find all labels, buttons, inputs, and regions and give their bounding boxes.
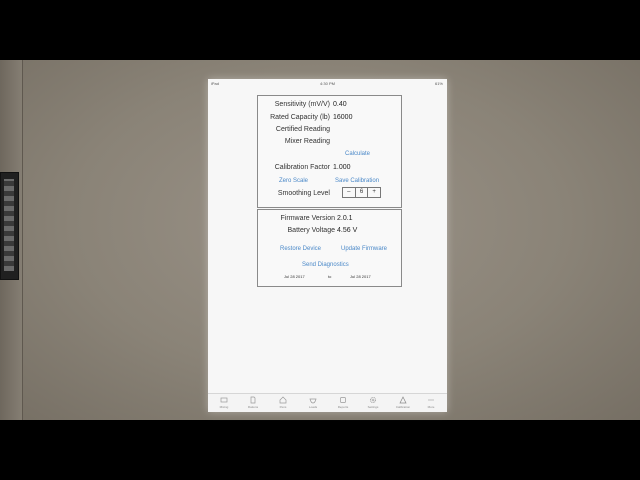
calculate-button[interactable]: Calculate [345,151,370,157]
tab-label: Pens [279,405,287,409]
more-icon [428,399,434,401]
date-range-separator: to [328,274,332,279]
smoothing-increment-button[interactable]: + [368,188,380,197]
mixer-icon [220,397,228,403]
capacity-field[interactable]: 16000 [333,114,352,121]
date-to-picker[interactable]: Jul 28 2017 [350,275,371,279]
save-calibration-button[interactable]: Save Calibration [335,178,379,184]
report-icon [340,397,346,403]
tab-reports[interactable]: Reports [331,396,355,409]
certified-reading-field[interactable] [333,126,388,134]
battery-voltage-value: 4.56 V [337,227,358,234]
calibration-factor-label: Calibration Factor [274,164,330,171]
tab-label: Rations [247,405,259,409]
zero-scale-button[interactable]: Zero Scale [279,178,308,184]
ipad-screen: iPad 4:30 PM 61% Sensitivity (mV/V) 0.40… [208,79,447,412]
status-battery: 61% [434,81,443,86]
device-panel: Firmware Version 2.0.1 Battery Voltage 4… [257,209,402,287]
tab-label: Loads [308,405,318,409]
wall-picture-frame [0,172,19,280]
tab-pens[interactable]: Pens [271,396,295,409]
tab-bar: Mixing Rations Pens Loads Reports Settin… [208,393,447,412]
scale-icon [399,396,407,404]
tab-rations[interactable]: Rations [241,396,265,409]
smoothing-level-label: Smoothing Level [277,190,330,197]
gear-icon [370,397,376,403]
tab-loads[interactable]: Loads [301,396,325,409]
smoothing-value: 6 [354,188,369,197]
update-firmware-button[interactable]: Update Firmware [341,246,387,252]
date-from-picker[interactable]: Jul 28 2017 [284,275,305,279]
tab-label: Reports [337,405,349,409]
firmware-version-label: Firmware Version [280,215,335,222]
tab-label: Calibration [395,405,411,409]
tab-mixing[interactable]: Mixing [212,396,236,409]
bowl-icon [309,398,317,404]
smoothing-decrement-button[interactable]: – [343,188,355,197]
sensitivity-label: Sensitivity (mV/V) [274,101,330,108]
calibration-factor-value: 1.000 [333,164,351,171]
tab-label: Settings [367,405,379,409]
barn-icon [279,396,287,404]
calibration-panel: Sensitivity (mV/V) 0.40 Rated Capacity (… [257,95,402,208]
restore-device-button[interactable]: Restore Device [280,246,321,252]
tab-label: More [427,405,435,409]
tab-more[interactable]: More [419,396,443,409]
status-bar: iPad 4:30 PM 61% [208,79,447,88]
capacity-label: Rated Capacity (lb) [270,114,330,121]
firmware-version-value: 2.0.1 [337,215,353,222]
document-icon [250,396,256,404]
tab-settings[interactable]: Settings [361,396,385,409]
battery-voltage-label: Battery Voltage [287,227,335,234]
certified-reading-label: Certified Reading [275,126,330,133]
sensitivity-field[interactable]: 0.40 [333,101,347,108]
tab-calibration[interactable]: Calibration [391,396,415,409]
send-diagnostics-button[interactable]: Send Diagnostics [302,262,349,268]
smoothing-stepper: – 6 + [342,187,381,198]
tab-label: Mixing [219,405,229,409]
mixer-reading-label: Mixer Reading [284,138,330,145]
mixer-reading-field[interactable] [333,138,388,146]
status-time: 4:30 PM [320,81,335,86]
